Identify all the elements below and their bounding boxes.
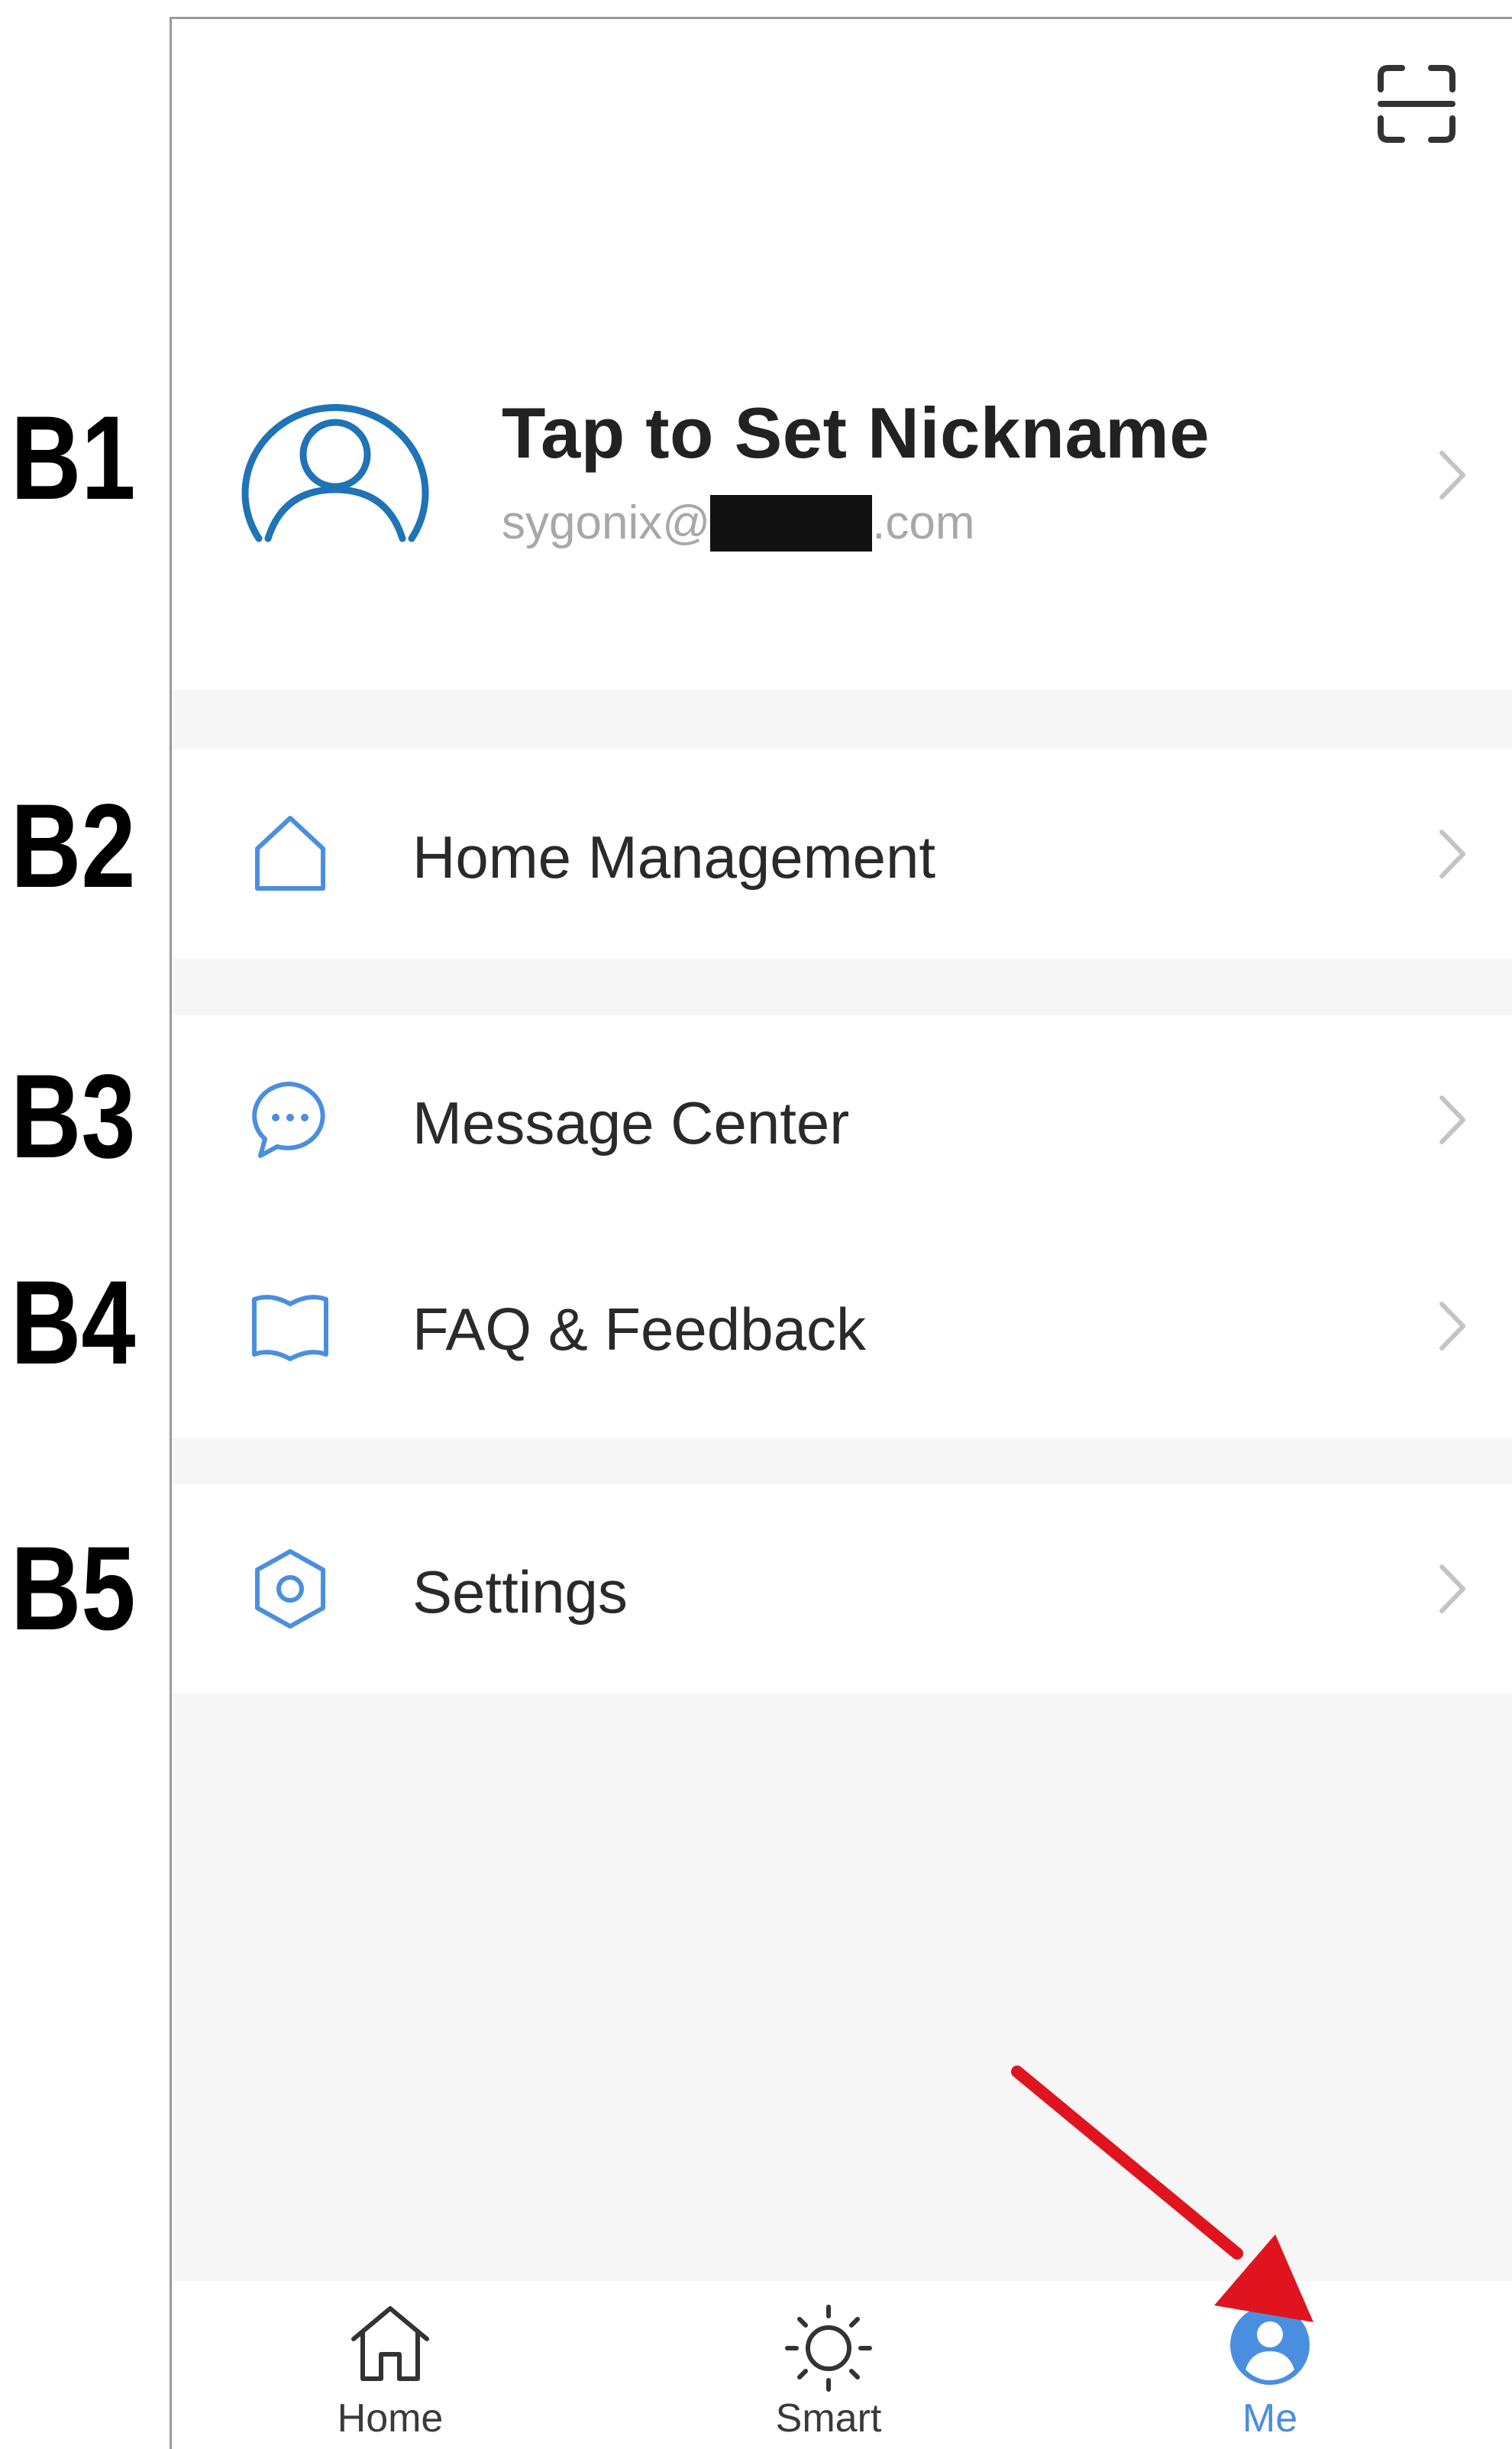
chevron-right-icon	[1439, 451, 1465, 500]
chevron-right-icon	[1439, 1095, 1465, 1144]
book-icon	[252, 1295, 328, 1361]
user-avatar-icon[interactable]	[237, 389, 433, 565]
annotation-arrow-icon	[1011, 2066, 1313, 2322]
settings-card: Settings	[172, 1484, 1512, 1694]
message-bubble-icon	[252, 1081, 325, 1158]
annotation-b4: B4	[11, 1257, 136, 1389]
annotation-b1: B1	[11, 392, 136, 525]
nickname-label[interactable]: Tap to Set Nickname	[502, 392, 1210, 474]
tab-smart[interactable]: Smart	[737, 2281, 920, 2449]
menu-label-settings: Settings	[412, 1558, 628, 1626]
home-icon	[351, 2306, 429, 2381]
settings-hexagon-icon	[255, 1549, 325, 1629]
chevron-right-icon	[1439, 1302, 1465, 1351]
profile-card[interactable]: Tap to Set Nickname sygonix@ .com	[172, 19, 1512, 690]
tab-label-me: Me	[1242, 2396, 1298, 2441]
menu-item-message-center[interactable]: Message Center	[172, 1015, 1512, 1224]
chevron-right-icon	[1439, 830, 1465, 878]
menu-label-faq-feedback: FAQ & Feedback	[412, 1296, 866, 1363]
email-suffix: .com	[872, 497, 975, 550]
home-outline-icon	[255, 816, 325, 891]
email-prefix: sygonix@	[502, 497, 711, 550]
email-redaction	[710, 494, 873, 552]
account-email: sygonix@ .com	[502, 493, 975, 552]
tab-label-smart: Smart	[775, 2396, 882, 2441]
info-card: Message Center FAQ & Feedback	[172, 1015, 1512, 1438]
sun-icon	[785, 2305, 872, 2392]
menu-label-message-center: Message Center	[412, 1089, 850, 1157]
scan-icon[interactable]	[1375, 62, 1459, 146]
menu-item-home-management[interactable]: Home Management	[172, 749, 1512, 959]
chevron-right-icon	[1439, 1564, 1465, 1613]
tab-home[interactable]: Home	[299, 2281, 482, 2449]
tab-label-home: Home	[337, 2396, 444, 2441]
menu-item-faq-feedback[interactable]: FAQ & Feedback	[172, 1221, 1512, 1431]
menu-label-home-management: Home Management	[412, 823, 936, 891]
menu-item-settings[interactable]: Settings	[172, 1484, 1512, 1694]
annotation-b2: B2	[11, 780, 136, 913]
annotation-b3: B3	[11, 1050, 136, 1183]
annotation-b5: B5	[11, 1522, 136, 1655]
home-management-card: Home Management	[172, 749, 1512, 959]
